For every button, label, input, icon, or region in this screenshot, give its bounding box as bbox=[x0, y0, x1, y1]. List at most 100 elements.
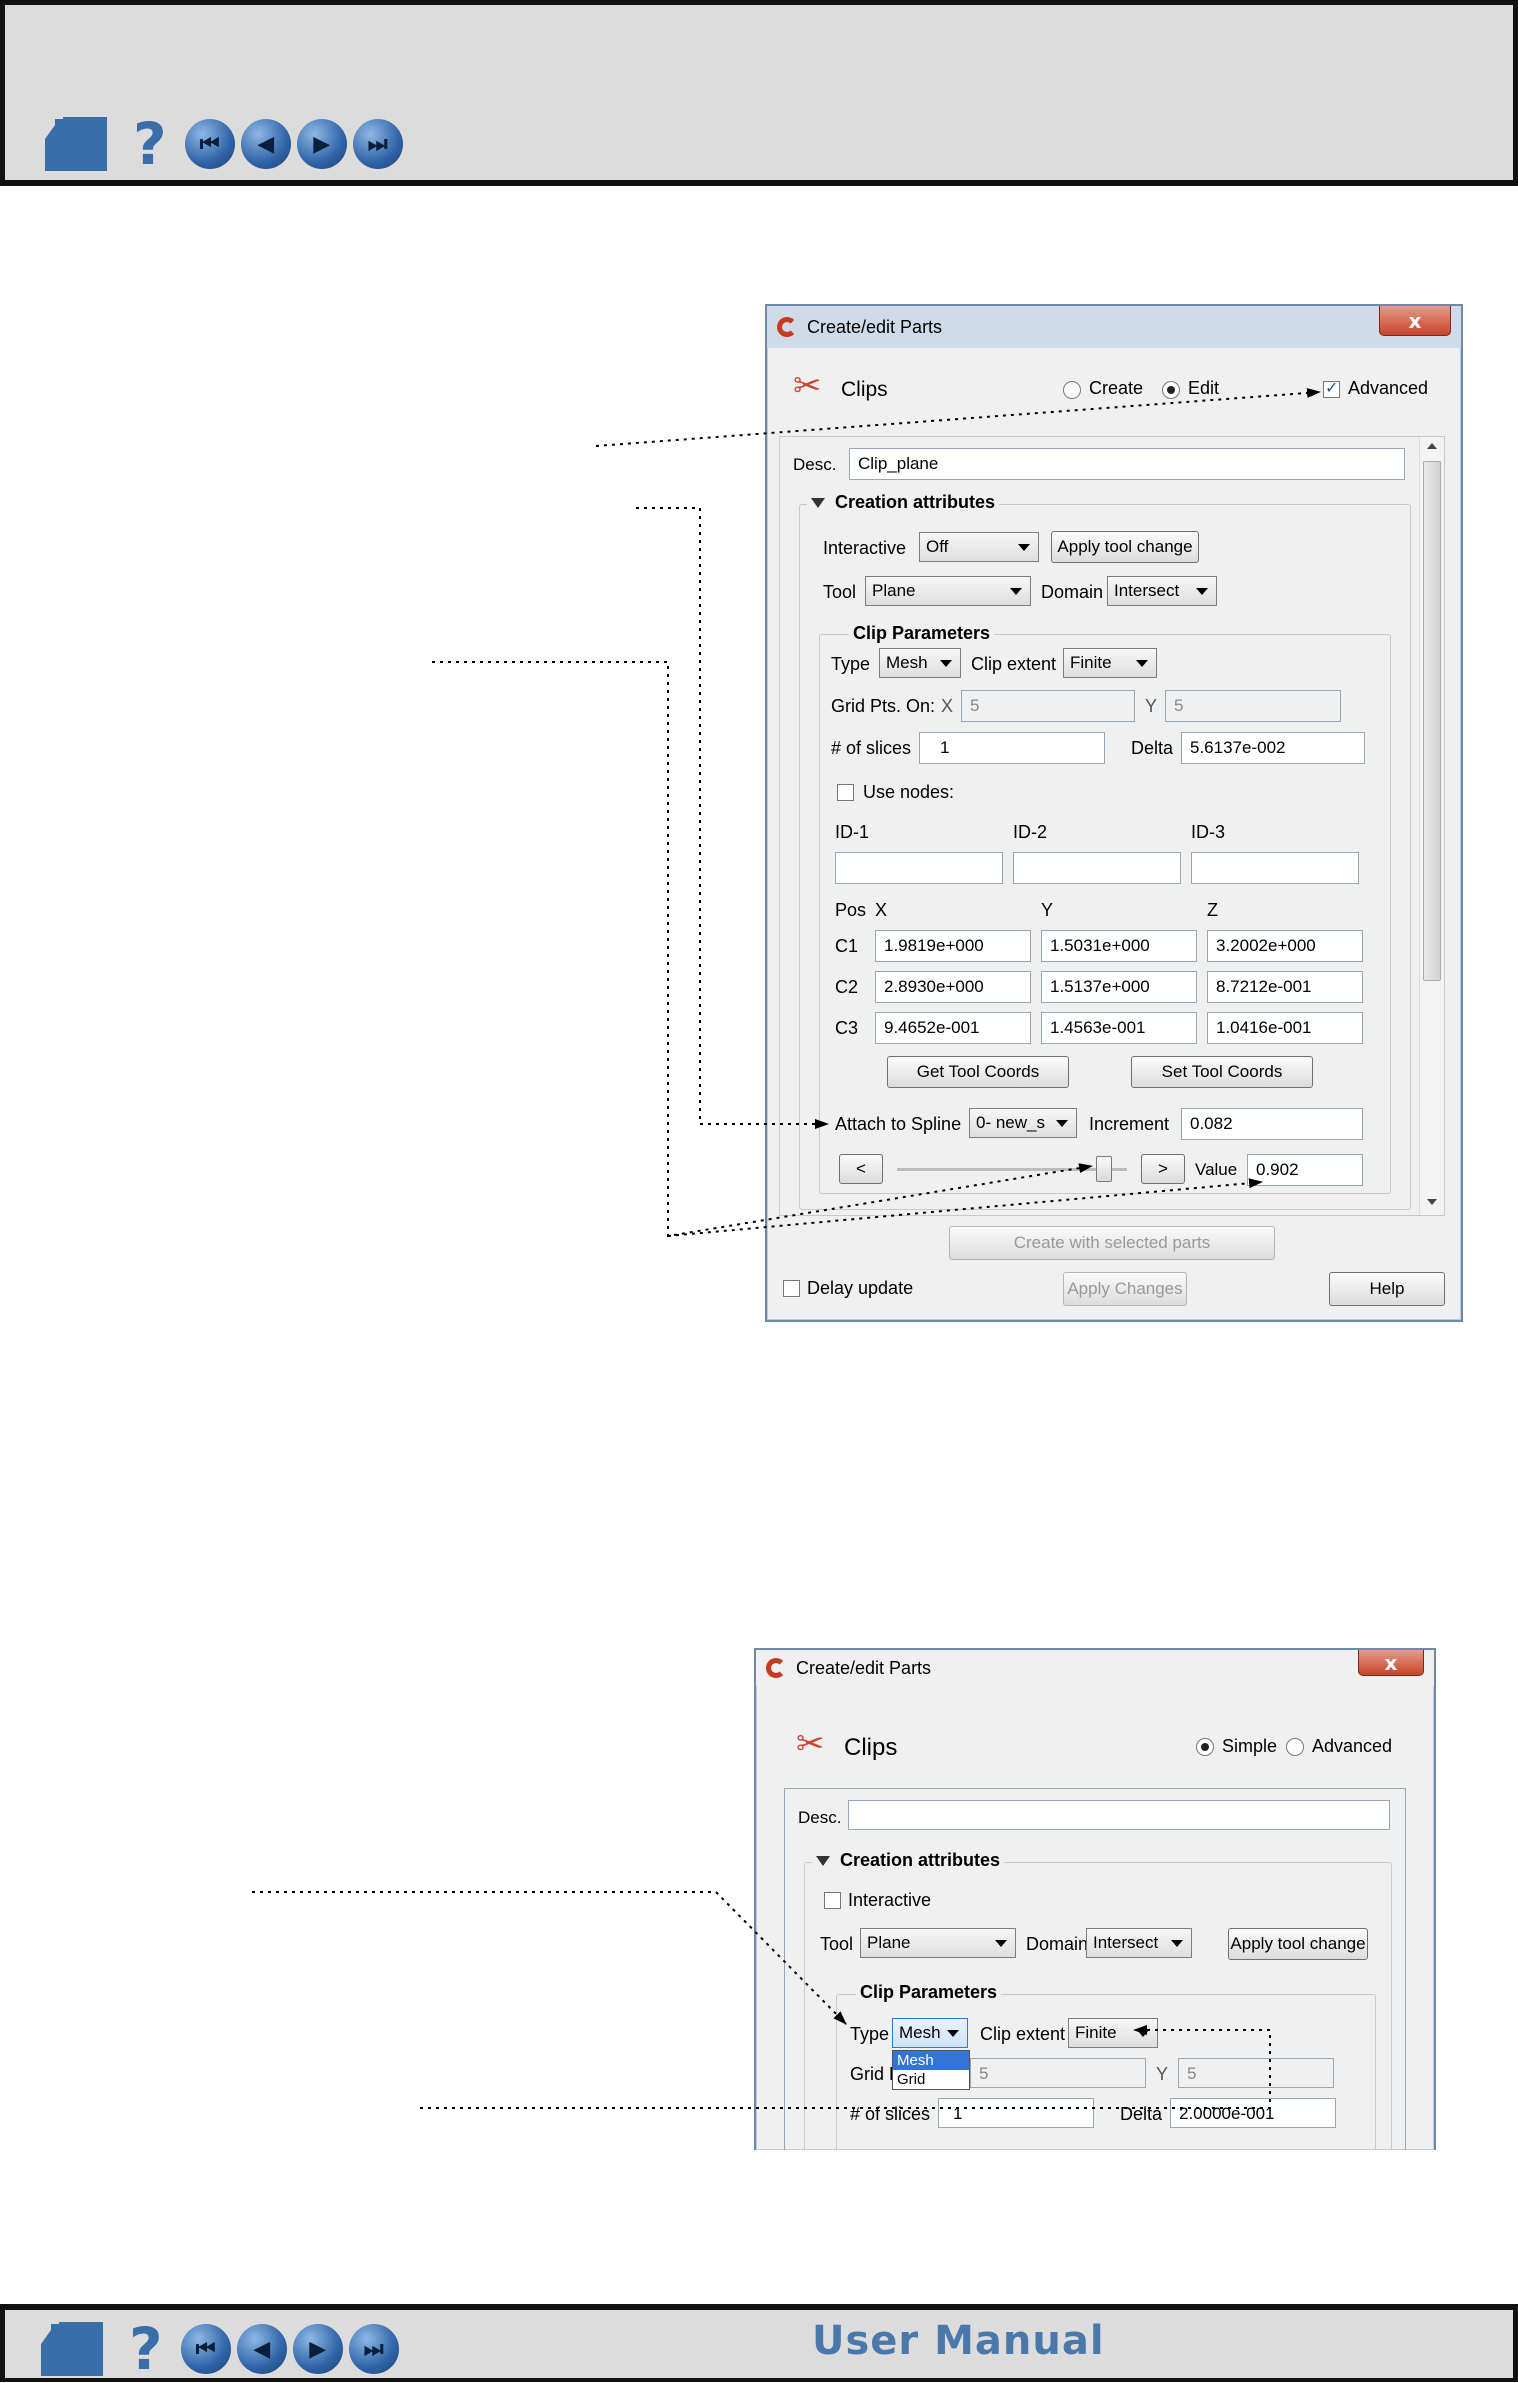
c2-x-input[interactable]: 2.8930e+000 bbox=[875, 971, 1031, 1003]
value-slider-track[interactable] bbox=[897, 1156, 1127, 1182]
grid-x-input[interactable]: 5 bbox=[970, 2058, 1146, 2088]
c3-y-input[interactable]: 1.4563e-001 bbox=[1041, 1012, 1197, 1044]
last-page-icon[interactable]: ⏭ bbox=[348, 2324, 399, 2374]
delay-update-label: Delay update bbox=[807, 1278, 914, 1298]
delay-update-checkbox[interactable] bbox=[783, 1280, 800, 1297]
last-page-icon[interactable]: ⏭ bbox=[352, 119, 403, 169]
scissors-icon: ✂ bbox=[796, 1725, 825, 1763]
advanced-radio[interactable] bbox=[1286, 1738, 1304, 1756]
first-page-icon[interactable]: ⏮ bbox=[180, 2324, 231, 2374]
id2-label: ID-2 bbox=[1013, 822, 1048, 842]
simple-radio[interactable] bbox=[1196, 1738, 1214, 1756]
clip-extent-dropdown[interactable]: Finite bbox=[1068, 2018, 1158, 2048]
prev-page-icon[interactable]: ◀ bbox=[240, 119, 291, 169]
grid-y-label: Y bbox=[1145, 696, 1158, 716]
create-radio[interactable] bbox=[1063, 381, 1081, 399]
scissors-icon: ✂ bbox=[793, 367, 822, 405]
row-label: C3 bbox=[835, 1018, 859, 1038]
type-dropdown[interactable]: Mesh bbox=[879, 648, 961, 678]
interactive-dropdown[interactable]: Off bbox=[919, 532, 1039, 562]
grid-x-label: X bbox=[941, 696, 954, 716]
row-label: C1 bbox=[835, 936, 859, 956]
create-with-selected-parts-button[interactable]: Create with selected parts bbox=[949, 1226, 1275, 1260]
create-edit-parts-dialog: Create/edit Parts x ✂ Clips Create Edit … bbox=[765, 304, 1463, 1322]
increment-input[interactable]: 0.082 bbox=[1181, 1108, 1363, 1140]
delta-input[interactable]: 5.6137e-002 bbox=[1181, 732, 1365, 764]
close-icon[interactable]: x bbox=[1379, 306, 1451, 336]
vertical-scrollbar[interactable] bbox=[1419, 437, 1444, 1215]
c1-x-input[interactable]: 1.9819e+000 bbox=[875, 930, 1031, 962]
help-icon[interactable]: ? bbox=[129, 2320, 163, 2378]
get-tool-coords-button[interactable]: Get Tool Coords bbox=[887, 1056, 1069, 1088]
advanced-checkbox[interactable] bbox=[1323, 378, 1340, 398]
creation-attributes-label: Creation attributes bbox=[835, 492, 996, 512]
slider-next-button[interactable]: > bbox=[1141, 1154, 1185, 1184]
next-page-icon[interactable]: ▶ bbox=[292, 2324, 343, 2374]
slices-label: # of slices bbox=[831, 738, 912, 758]
domain-dropdown[interactable]: Intersect bbox=[1086, 1928, 1192, 1958]
interactive-checkbox[interactable] bbox=[824, 1892, 841, 1909]
c2-z-input[interactable]: 8.7212e-001 bbox=[1207, 971, 1363, 1003]
id1-input[interactable] bbox=[835, 852, 1003, 884]
delta-input[interactable]: 2.0000e-001 bbox=[1170, 2098, 1336, 2128]
scrollbar-thumb[interactable] bbox=[1423, 461, 1441, 981]
slices-input[interactable]: 1 bbox=[938, 2098, 1094, 2128]
tool-dropdown[interactable]: Plane bbox=[860, 1928, 1016, 1958]
c2-y-input[interactable]: 1.5137e+000 bbox=[1041, 971, 1197, 1003]
desc-input[interactable] bbox=[848, 1800, 1390, 1830]
creation-attributes-label: Creation attributes bbox=[840, 1850, 1001, 1870]
set-tool-coords-button[interactable]: Set Tool Coords bbox=[1131, 1056, 1313, 1088]
edit-radio[interactable] bbox=[1162, 381, 1180, 399]
creation-attributes-toggle[interactable]: Creation attributes bbox=[807, 492, 1000, 513]
prev-page-icon[interactable]: ◀ bbox=[236, 2324, 287, 2374]
close-icon[interactable]: x bbox=[1358, 1650, 1424, 1676]
attach-to-spline-dropdown[interactable]: 0- new_s bbox=[969, 1108, 1077, 1138]
help-button[interactable]: Help bbox=[1329, 1272, 1445, 1306]
delta-label: Delta bbox=[1131, 738, 1174, 758]
c1-y-input[interactable]: 1.5031e+000 bbox=[1041, 930, 1197, 962]
grid-y-input[interactable]: 5 bbox=[1178, 2058, 1334, 2088]
help-icon[interactable]: ? bbox=[133, 115, 167, 173]
dialog-titlebar: Create/edit Parts x bbox=[767, 306, 1461, 348]
advanced-radio-label: Advanced bbox=[1312, 1736, 1393, 1756]
c1-z-input[interactable]: 3.2002e+000 bbox=[1207, 930, 1363, 962]
value-input[interactable]: 0.902 bbox=[1247, 1154, 1363, 1186]
slices-input[interactable]: 1 bbox=[919, 732, 1105, 764]
home-icon[interactable] bbox=[41, 117, 107, 171]
desc-label: Desc. bbox=[798, 1808, 842, 1827]
grid-y-label: Y bbox=[1156, 2064, 1169, 2084]
desc-input[interactable]: Clip_plane bbox=[849, 448, 1405, 480]
domain-label: Domain bbox=[1026, 1934, 1089, 1954]
row-label: C2 bbox=[835, 977, 859, 997]
c3-z-input[interactable]: 1.0416e-001 bbox=[1207, 1012, 1363, 1044]
grid-x-input[interactable]: 5 bbox=[961, 690, 1135, 722]
app-logo-icon bbox=[777, 317, 797, 337]
home-icon[interactable] bbox=[37, 2322, 103, 2376]
next-page-icon[interactable]: ▶ bbox=[296, 119, 347, 169]
apply-tool-change-button[interactable]: Apply tool change bbox=[1051, 531, 1199, 563]
tool-dropdown[interactable]: Plane bbox=[865, 576, 1031, 606]
desc-label: Desc. bbox=[793, 455, 837, 474]
clip-extent-dropdown[interactable]: Finite bbox=[1063, 648, 1157, 678]
id2-input[interactable] bbox=[1013, 852, 1181, 884]
domain-dropdown[interactable]: Intersect bbox=[1107, 576, 1217, 606]
type-option-mesh[interactable]: Mesh bbox=[893, 2051, 969, 2070]
first-page-icon[interactable]: ⏮ bbox=[184, 119, 235, 169]
type-label: Type bbox=[850, 2024, 890, 2044]
creation-attributes-toggle[interactable]: Creation attributes bbox=[812, 1850, 1005, 1871]
clip-parameters-title: Clip Parameters bbox=[856, 1982, 1002, 2003]
type-option-grid[interactable]: Grid bbox=[893, 2070, 969, 2089]
id3-input[interactable] bbox=[1191, 852, 1359, 884]
apply-tool-change-button[interactable]: Apply tool change bbox=[1228, 1928, 1368, 1960]
apply-changes-button[interactable]: Apply Changes bbox=[1063, 1272, 1187, 1306]
header-bar: ? ⏮ ◀ ▶ ⏭ bbox=[0, 0, 1518, 186]
slider-prev-button[interactable]: < bbox=[839, 1154, 883, 1184]
tool-label: Tool bbox=[823, 582, 857, 602]
type-dropdown[interactable]: Mesh bbox=[892, 2018, 968, 2048]
c3-x-input[interactable]: 9.4652e-001 bbox=[875, 1012, 1031, 1044]
interactive-label: Interactive bbox=[848, 1890, 932, 1910]
use-nodes-checkbox[interactable] bbox=[837, 784, 854, 801]
value-slider-thumb[interactable] bbox=[1096, 1156, 1112, 1182]
grid-y-input[interactable]: 5 bbox=[1165, 690, 1341, 722]
type-dropdown-list: Mesh Grid bbox=[892, 2050, 970, 2090]
